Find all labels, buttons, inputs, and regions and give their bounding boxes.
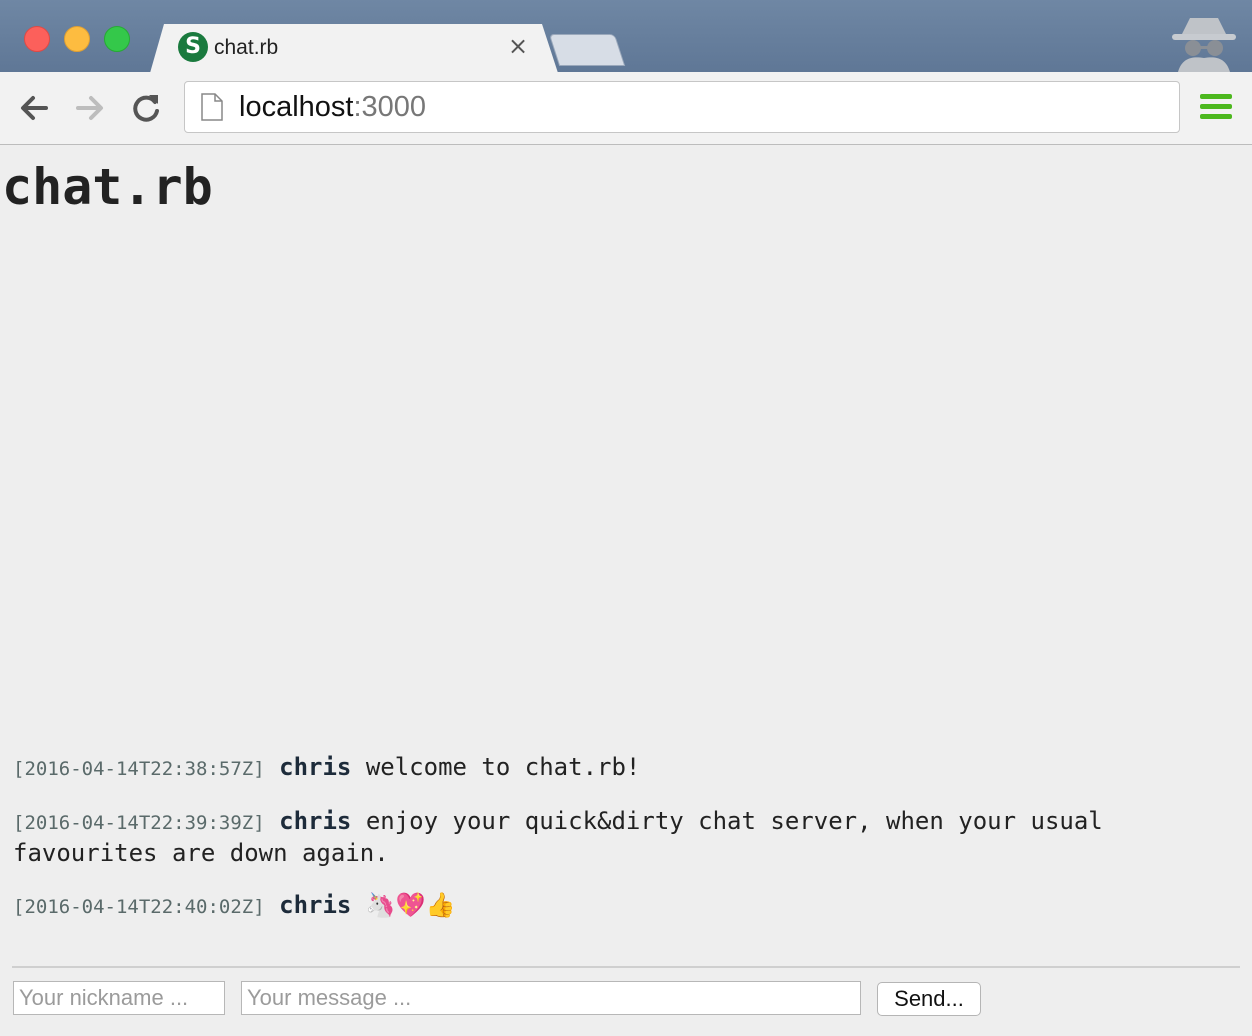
message-text: 🦄💖👍 bbox=[365, 891, 456, 919]
favicon-icon: S bbox=[178, 32, 208, 62]
url-port: :3000 bbox=[353, 91, 427, 123]
address-bar[interactable]: localhost:3000 bbox=[184, 81, 1180, 133]
window-titlebar: S chat.rb × bbox=[0, 0, 1252, 73]
minimize-window-button[interactable] bbox=[64, 26, 90, 52]
divider bbox=[12, 966, 1240, 968]
message-timestamp: [2016-04-14T22:40:02Z] bbox=[13, 896, 265, 918]
reload-icon[interactable] bbox=[128, 90, 164, 126]
message-item: [2016-04-14T22:39:39Z] chris enjoy your … bbox=[13, 806, 1213, 868]
url-host: localhost bbox=[239, 91, 354, 123]
message-input[interactable] bbox=[241, 981, 861, 1015]
menu-line bbox=[1200, 94, 1232, 99]
menu-line bbox=[1200, 104, 1232, 109]
url-text: localhost:3000 bbox=[239, 91, 426, 124]
tab-chat[interactable]: S chat.rb × bbox=[150, 24, 558, 73]
tab-close-icon[interactable]: × bbox=[508, 32, 528, 60]
menu-hamburger-icon[interactable] bbox=[1200, 94, 1232, 122]
nickname-input[interactable] bbox=[13, 981, 225, 1015]
message-list: [2016-04-14T22:38:57Z] chris welcome to … bbox=[13, 752, 1213, 944]
zoom-window-button[interactable] bbox=[104, 26, 130, 52]
page-title: chat.rb bbox=[2, 158, 213, 216]
forward-arrow-icon[interactable] bbox=[72, 90, 108, 126]
message-timestamp: [2016-04-14T22:39:39Z] bbox=[13, 812, 265, 834]
browser-toolbar: localhost:3000 bbox=[0, 72, 1252, 145]
menu-line bbox=[1200, 114, 1232, 119]
page-icon bbox=[201, 93, 223, 121]
send-button[interactable]: Send... bbox=[877, 982, 981, 1016]
message-text: welcome to chat.rb! bbox=[365, 753, 641, 781]
incognito-icon bbox=[1172, 18, 1236, 72]
message-item: [2016-04-14T22:40:02Z] chris 🦄💖👍 bbox=[13, 890, 1213, 922]
close-window-button[interactable] bbox=[24, 26, 50, 52]
message-item: [2016-04-14T22:38:57Z] chris welcome to … bbox=[13, 752, 1213, 784]
message-nick: chris bbox=[279, 753, 352, 781]
back-arrow-icon[interactable] bbox=[16, 90, 52, 126]
message-nick: chris bbox=[279, 807, 352, 835]
tab-title: chat.rb bbox=[214, 36, 279, 59]
message-nick: chris bbox=[279, 891, 352, 919]
message-timestamp: [2016-04-14T22:38:57Z] bbox=[13, 758, 265, 780]
new-tab-button[interactable] bbox=[548, 34, 626, 66]
